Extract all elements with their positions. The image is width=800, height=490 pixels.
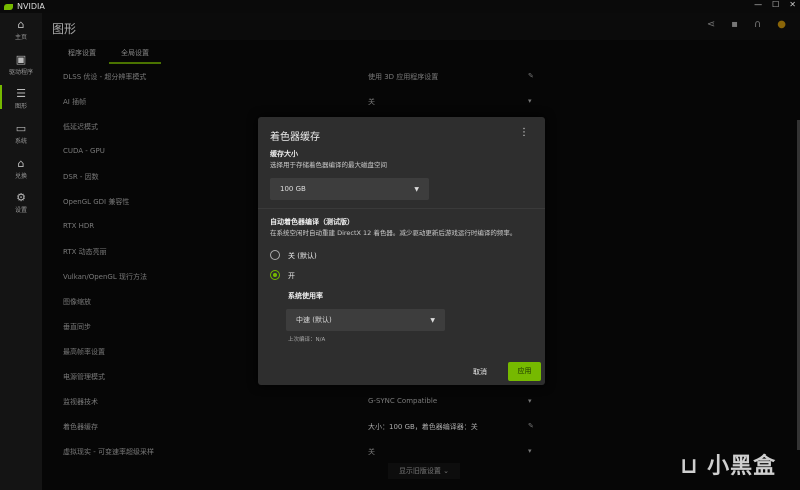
sidebar-item-redeem[interactable]: ⌂ 兑换 [0,157,42,180]
caret-down-icon: ▼ [414,185,419,193]
setting-value[interactable]: 关 [368,447,375,457]
setting-label[interactable]: AI 插帧 [63,97,86,107]
gift-icon: ⌂ [17,157,25,170]
setting-label[interactable]: 图像缩放 [63,297,91,307]
sidebar: ⌂ 主页 ▣ 驱动程序 ☰ 图形 ▭ 系统 ⌂ 兑换 ⚙ 设置 [0,13,42,490]
setting-label[interactable]: DSR - 因数 [63,172,99,182]
setting-label[interactable]: RTX 动态亮丽 [63,247,107,257]
show-legacy-settings-button[interactable]: 显示旧版设置 ⌄ [388,463,460,479]
edit-icon[interactable]: ✎ [528,72,534,80]
setting-label[interactable]: RTX HDR [63,222,94,230]
minimize-button[interactable]: — [754,0,762,9]
setting-label[interactable]: 监视器技术 [63,397,98,407]
radio-on[interactable] [270,270,280,280]
sidebar-item-system[interactable]: ▭ 系统 [0,122,42,145]
setting-label[interactable]: 低延迟模式 [63,122,98,132]
sidebar-item-home[interactable]: ⌂ 主页 [0,18,42,41]
close-button[interactable]: ✕ [789,0,796,9]
divider [258,208,545,209]
sidebar-item-drivers[interactable]: ▣ 驱动程序 [0,53,42,76]
setting-label[interactable]: 垂直同步 [63,322,91,332]
chevron-down-icon: ⌄ [443,467,450,475]
avatar[interactable]: ● [777,19,786,30]
cache-size-heading: 缓存大小 [270,150,298,158]
title-bar: NVIDIA — ☐ ✕ [0,0,800,13]
sidebar-item-settings[interactable]: ⚙ 设置 [0,191,42,214]
setting-label[interactable]: 虚拟现实 - 可变速率超级采样 [63,447,154,457]
chevron-down-icon[interactable]: ▾ [528,447,532,455]
watermark-logo: ⊔ 小黑盒 [680,454,777,479]
tab-program-settings[interactable]: 程序设置 [68,48,96,58]
driver-icon: ▣ [15,53,27,66]
edit-icon[interactable]: ✎ [528,422,534,430]
setting-label[interactable]: DLSS 优设 - 超分辨率模式 [63,72,146,82]
dialog-title: 着色器缓存 [270,132,320,143]
setting-value[interactable]: 关 [368,97,375,107]
shader-cache-dialog: 着色器缓存 ⋮ 缓存大小 选择用于存储着色器编译的最大磁盘空间 100 GB ▼ … [258,117,545,385]
setting-value: 大小：100 GB，着色器编译器：关 [368,423,478,431]
maximize-button[interactable]: ☐ [772,0,779,9]
cache-size-select[interactable]: 100 GB ▼ [270,178,429,200]
share-icon[interactable]: ⋖ [707,19,715,30]
setting-label[interactable]: Vulkan/OpenGL 现行方法 [63,272,147,282]
sidebar-item-graphics[interactable]: ☰ 图形 [0,85,42,110]
feedback-icon[interactable]: ▪ [731,19,738,30]
radio-off-label[interactable]: 关 (默认) [288,251,317,261]
setting-value: 使用 3D 应用程序设置 [368,73,439,81]
gear-icon: ⚙ [16,191,26,204]
radio-off[interactable] [270,250,280,260]
auto-compile-description: 在系统空闲时自动重建 DirectX 12 着色器。减少驱动更新后游戏运行时编译… [270,229,517,237]
more-options-icon[interactable]: ⋮ [519,127,529,138]
tabs: 程序设置 全局设置 [42,40,800,65]
radio-on-label[interactable]: 开 [288,271,295,281]
caret-down-icon: ▼ [430,316,435,324]
nvidia-logo-icon [4,3,13,10]
sliders-icon: ☰ [16,87,26,100]
system-icon: ▭ [15,122,27,135]
last-compile-text: 上次编译：N/A [288,337,326,343]
setting-value[interactable]: G-SYNC Compatible [368,397,437,405]
chevron-down-icon[interactable]: ▾ [528,397,532,405]
headset-icon[interactable]: ∩ [754,19,761,30]
setting-label[interactable]: OpenGL GDI 兼容性 [63,197,129,207]
tab-global-settings[interactable]: 全局设置 [109,48,161,64]
app-title: NVIDIA [17,2,45,11]
apply-button[interactable]: 应用 [508,362,541,381]
chevron-down-icon[interactable]: ▾ [528,97,532,105]
header: 图形 ⋖ ▪ ∩ ● [42,13,800,40]
setting-label[interactable]: CUDA - GPU [63,147,105,155]
page-title: 图形 [52,22,77,36]
setting-label[interactable]: 着色器缓存 [63,422,98,432]
cancel-button[interactable]: 取消 [473,367,487,377]
auto-compile-heading: 自动着色器编译（测试版） [270,218,354,226]
cache-size-description: 选择用于存储着色器编译的最大磁盘空间 [270,161,387,169]
system-usage-select[interactable]: 中速 (默认) ▼ [286,309,445,331]
system-usage-label: 系统使用率 [288,292,323,300]
home-icon: ⌂ [17,18,25,31]
setting-label[interactable]: 电源管理模式 [63,372,105,382]
setting-label[interactable]: 最高帧率设置 [63,347,105,357]
